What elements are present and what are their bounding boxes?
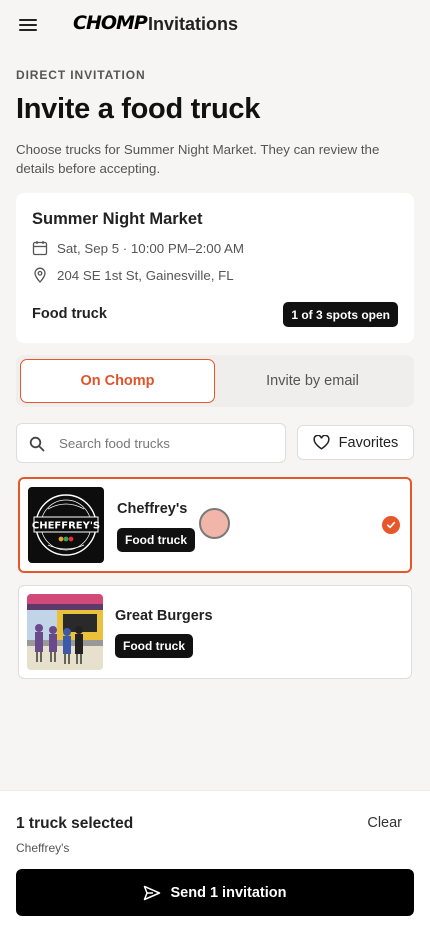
- selection-footer: 1 truck selected Cheffrey's Clear Send 1…: [0, 790, 430, 932]
- clear-button[interactable]: Clear: [367, 815, 402, 831]
- calendar-icon: [32, 241, 48, 256]
- page-eyebrow: DIRECT INVITATION: [16, 68, 146, 82]
- cheffreys-logo-text: CHEFFREY'S: [32, 521, 100, 532]
- truck-type-badge: Food truck: [117, 528, 195, 552]
- touch-indicator: [199, 508, 230, 539]
- send-invitation-button[interactable]: Send 1 invitation: [16, 869, 414, 916]
- great-burgers-photo: [27, 594, 103, 670]
- location-pin-icon: [34, 267, 46, 283]
- truck-card-great-burgers[interactable]: Great Burgers Food truck: [18, 585, 412, 679]
- favorites-button[interactable]: Favorites: [297, 425, 414, 460]
- spots-open-badge: 1 of 3 spots open: [283, 302, 398, 327]
- cheffreys-logo-image: CHEFFREY'S: [28, 487, 104, 563]
- header-title: Invitations: [148, 14, 239, 34]
- app-header: CHOMP Invitations: [0, 0, 430, 50]
- search-icon: [29, 436, 45, 452]
- favorites-label: Favorites: [338, 434, 399, 451]
- chomp-logo[interactable]: CHOMP: [73, 12, 148, 34]
- event-card: Summer Night Market Sat, Sep 5 · 10:00 P…: [16, 193, 414, 343]
- heart-icon: [313, 435, 330, 450]
- selected-check-icon: [382, 516, 400, 534]
- search-box: [16, 423, 286, 463]
- event-type-label: Food truck: [32, 306, 107, 322]
- event-location-row: 204 SE 1st St, Gainesville, FL: [32, 267, 234, 283]
- invite-method-tabs: On Chomp Invite by email: [16, 355, 414, 407]
- tab-on-chomp[interactable]: On Chomp: [20, 359, 215, 403]
- send-label: Send 1 invitation: [170, 884, 287, 901]
- event-datetime-row: Sat, Sep 5 · 10:00 PM–2:00 AM: [32, 240, 244, 256]
- event-datetime: Sat, Sep 5 · 10:00 PM–2:00 AM: [57, 240, 245, 256]
- event-location: 204 SE 1st St, Gainesville, FL: [57, 267, 234, 283]
- page-title: Invite a food truck: [16, 93, 261, 125]
- tab-invite-by-email[interactable]: Invite by email: [215, 359, 410, 403]
- search-input[interactable]: [59, 424, 279, 462]
- truck-type-badge: Food truck: [115, 634, 193, 658]
- selected-names: Cheffrey's: [16, 841, 70, 855]
- truck-name: Great Burgers: [115, 608, 213, 624]
- page-subtitle: Choose trucks for Summer Night Market. T…: [16, 142, 380, 176]
- hamburger-menu-icon[interactable]: [17, 17, 39, 33]
- send-icon: [144, 885, 161, 900]
- selected-count: 1 truck selected: [16, 815, 134, 832]
- event-name: Summer Night Market: [32, 210, 203, 228]
- truck-name: Cheffrey's: [117, 501, 188, 517]
